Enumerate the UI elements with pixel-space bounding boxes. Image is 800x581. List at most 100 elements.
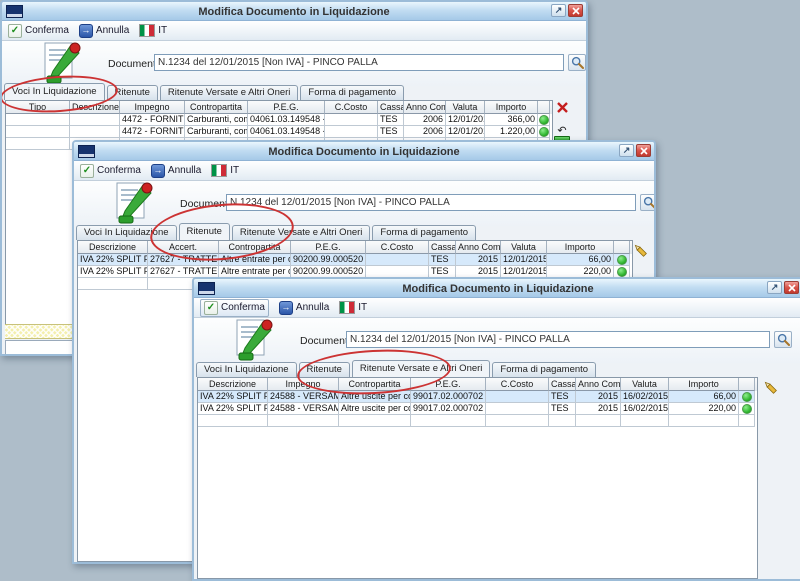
tab-voci-in-liquidazione[interactable]: Voci In Liquidazione — [76, 225, 177, 240]
table-cell — [325, 114, 378, 126]
table-cell: 4472 - FORNITURA — [120, 114, 185, 126]
column-header: C.Costo — [486, 378, 549, 391]
restore-button[interactable]: ↗ — [767, 281, 782, 294]
status-ok-icon — [539, 115, 549, 125]
language-label: IT — [158, 25, 167, 36]
table-cell: 16/02/2015 — [621, 403, 669, 415]
table-row[interactable]: IVA 22% SPLIT PAYM24588 - VERSAMENTOAltr… — [198, 391, 757, 403]
conferma-label: Conferma — [97, 165, 141, 176]
document-field[interactable] — [226, 194, 636, 211]
tab-forma-di-pagamento[interactable]: Forma di pagamento — [372, 225, 476, 240]
table-cell: TES — [429, 254, 456, 266]
tab-forma-di-pagamento[interactable]: Forma di pagamento — [492, 362, 596, 377]
table-cell — [739, 391, 755, 403]
tab-ritenute-versate-e-altri-oneri[interactable]: Ritenute Versate e Altri Oneri — [352, 360, 491, 377]
table-cell: 90200.99.000520 - T — [291, 254, 366, 266]
table-cell — [70, 126, 120, 138]
document-panel: Documento — [2, 41, 586, 86]
table-cell: 66,00 — [669, 391, 739, 403]
table-cell: 220,00 — [669, 403, 739, 415]
table-cell — [576, 415, 621, 427]
restore-button[interactable]: ↗ — [551, 4, 566, 17]
document-lookup-button[interactable] — [774, 331, 792, 348]
confirm-check-icon: ✓ — [204, 301, 218, 315]
app-icon — [198, 282, 215, 295]
table-row[interactable]: 4472 - FORNITURACarburanti, combus04061.… — [6, 114, 552, 126]
annulla-button[interactable]: →Annulla — [279, 301, 329, 315]
column-header: Importo — [669, 378, 739, 391]
table-row[interactable]: IVA 22% SPLIT PAYM27627 - TRATTENUTAAltr… — [78, 254, 632, 266]
edit-pencil-icon[interactable] — [762, 379, 778, 400]
toolbar: ✓Conferma →Annulla IT — [2, 21, 586, 41]
conferma-button[interactable]: ✓Conferma — [8, 24, 69, 38]
table-row[interactable]: 4472 - FORNITURACarburanti, combus04061.… — [6, 126, 552, 138]
magnifier-icon — [777, 333, 790, 346]
window-controls: ↗ — [767, 281, 799, 294]
column-header: Valuta — [621, 378, 669, 391]
table-cell: 2015 — [456, 254, 501, 266]
annulla-button[interactable]: →Annulla — [151, 164, 201, 178]
title-bar[interactable]: Modifica Documento in Liquidazione ↗ — [2, 2, 586, 21]
table-row[interactable]: IVA 22% SPLIT PAYM24588 - VERSAMENTOAltr… — [198, 403, 757, 415]
italy-flag-icon — [211, 164, 227, 177]
table-cell: IVA 22% SPLIT PAYM — [78, 254, 148, 266]
table-cell — [411, 415, 486, 427]
table-cell: IVA 22% SPLIT PAYM — [78, 266, 148, 278]
table-cell: IVA 22% SPLIT PAYM — [198, 403, 268, 415]
column-header: Cassa — [429, 241, 456, 254]
document-lookup-button[interactable] — [640, 194, 656, 211]
tab-ritenute-versate-e-altri-oneri[interactable]: Ritenute Versate e Altri Oneri — [160, 85, 299, 100]
table-cell — [6, 126, 70, 138]
title-bar[interactable]: Modifica Documento in Liquidazione ↗ — [194, 279, 800, 298]
table-cell — [621, 415, 669, 427]
table-cell: 04061.03.149548 - — [248, 126, 325, 138]
annulla-button[interactable]: →Annulla — [79, 24, 129, 38]
tab-ritenute-versate-e-altri-oneri[interactable]: Ritenute Versate e Altri Oneri — [232, 225, 371, 240]
tab-voci-in-liquidazione[interactable]: Voci In Liquidazione — [4, 83, 105, 100]
document-field[interactable] — [154, 54, 564, 71]
table-cell — [70, 114, 120, 126]
window-ritenute-versate: Modifica Documento in Liquidazione ↗ ✓Co… — [192, 277, 800, 581]
tab-strip: Voci In LiquidazioneRitenuteRitenute Ver… — [4, 84, 406, 100]
table-cell — [486, 391, 549, 403]
language-selector[interactable]: IT — [139, 24, 167, 37]
table-header-row: DescrizioneImpegnoContropartitaP.E.G.C.C… — [198, 378, 757, 391]
column-header — [739, 378, 755, 391]
document-lookup-button[interactable] — [568, 54, 586, 71]
delete-row-icon[interactable] — [556, 101, 569, 119]
document-field[interactable] — [346, 331, 770, 348]
cancel-arrow-icon: → — [279, 301, 293, 315]
close-button[interactable] — [636, 144, 651, 157]
italy-flag-icon — [139, 24, 155, 37]
annulla-label: Annulla — [96, 25, 129, 36]
magnifier-icon — [643, 196, 656, 209]
edit-pencil-icon[interactable] — [632, 242, 648, 263]
close-button[interactable] — [568, 4, 583, 17]
tab-ritenute[interactable]: Ritenute — [299, 362, 350, 377]
language-selector[interactable]: IT — [211, 164, 239, 177]
tab-voci-in-liquidazione[interactable]: Voci In Liquidazione — [196, 362, 297, 377]
conferma-button[interactable]: ✓Conferma — [200, 299, 269, 317]
column-header: Valuta — [501, 241, 547, 254]
tab-ritenute[interactable]: Ritenute — [179, 223, 230, 240]
annulla-label: Annulla — [168, 165, 201, 176]
close-button[interactable] — [784, 281, 799, 294]
conferma-button[interactable]: ✓Conferma — [80, 164, 141, 178]
table-cell: TES — [378, 126, 404, 138]
conferma-label: Conferma — [25, 25, 69, 36]
table-cell: Altre entrate per con — [219, 254, 291, 266]
restore-button[interactable]: ↗ — [619, 144, 634, 157]
table-cell: IVA 22% SPLIT PAYM — [198, 391, 268, 403]
tab-forma-di-pagamento[interactable]: Forma di pagamento — [300, 85, 404, 100]
document-panel: Documento — [194, 318, 800, 363]
column-header: Tipo — [6, 101, 70, 114]
table-row[interactable] — [198, 415, 757, 427]
table-cell: 2006 — [404, 114, 446, 126]
tab-ritenute[interactable]: Ritenute — [107, 85, 158, 100]
row-actions: ↶ — [554, 101, 570, 142]
table-cell — [486, 415, 549, 427]
column-header: C.Costo — [366, 241, 429, 254]
title-bar[interactable]: Modifica Documento in Liquidazione ↗ — [74, 142, 654, 161]
table-cell: 24588 - VERSAMENTO — [268, 403, 339, 415]
language-selector[interactable]: IT — [339, 301, 367, 314]
